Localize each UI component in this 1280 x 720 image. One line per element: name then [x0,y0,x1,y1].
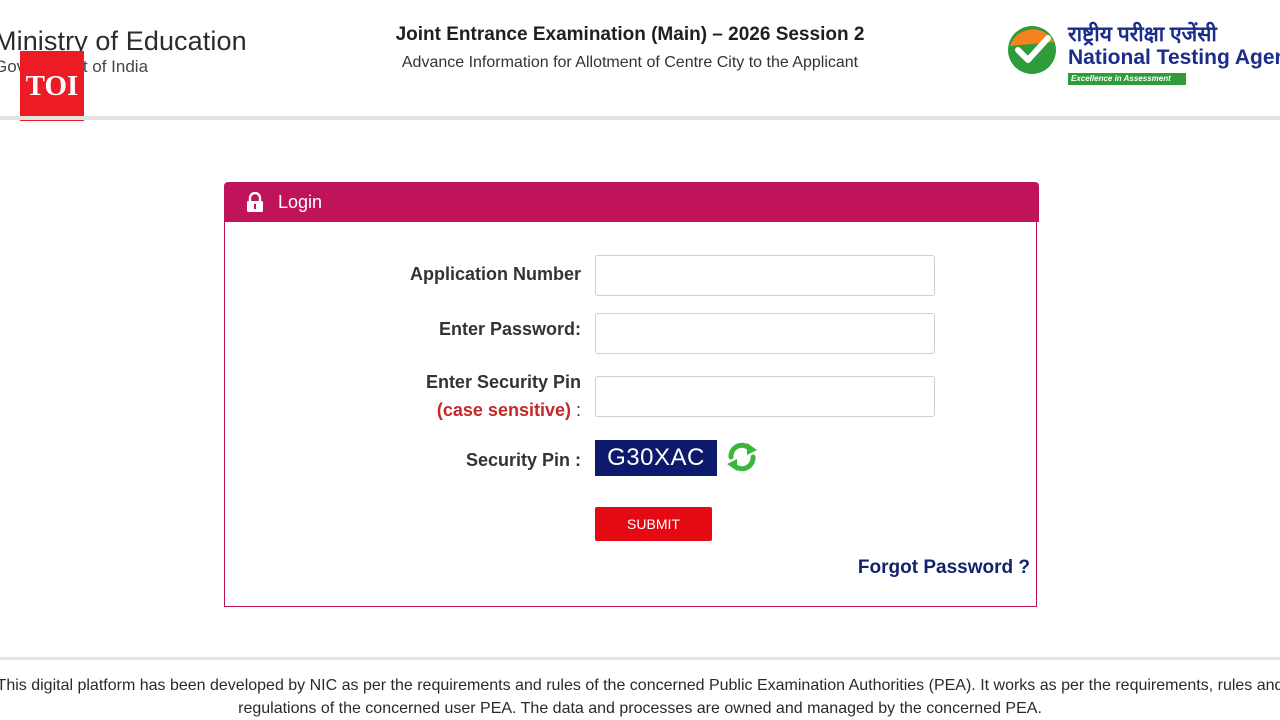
forgot-password-link[interactable]: Forgot Password ? [858,557,1030,579]
exam-subtitle: Advance Information for Allotment of Cen… [401,54,859,71]
footer-line-1: This digital platform has been developed… [0,677,1280,694]
nta-logo-icon [1008,26,1056,74]
captcha-label: Security Pin : [465,450,581,470]
case-sensitive-note: (case sensitive) [436,400,571,420]
case-sensitive-colon: : [575,400,581,420]
password-label: Enter Password: [438,319,581,339]
login-panel: Login Application Number Enter Password:… [224,182,1039,607]
footer-disclaimer: This digital platform has been developed… [0,674,1280,720]
footer-divider [0,657,1280,660]
submit-button[interactable]: SUBMIT [595,507,712,541]
header-divider [0,116,1280,120]
lock-icon [247,192,263,212]
nta-tagline: Excellence in Assessment [1068,73,1186,85]
application-number-input[interactable] [595,255,935,296]
nta-hindi-name: राष्ट्रीय परीक्षा एजेंसी [1068,23,1217,46]
login-panel-title: Login [278,191,323,212]
refresh-icon[interactable] [723,438,761,476]
login-panel-header: Login [224,182,1039,222]
case-sensitive-row: (case sensitive) : [437,400,581,421]
login-form: Application Number Enter Password: Enter… [224,222,1037,607]
security-pin-label: Enter Security Pin [425,372,581,392]
password-input[interactable] [595,313,935,354]
footer-line-2: regulations of the concerned user PEA. T… [238,700,1042,717]
page-header: Ministry of Education Government of Indi… [0,0,1280,121]
captcha-image: G30XAC [595,440,717,476]
toi-badge: TOI [20,51,84,121]
exam-heading: Joint Entrance Examination (Main) – 2026… [330,24,930,72]
nta-english-name: National Testing Agency [1068,46,1280,69]
exam-title: Joint Entrance Examination (Main) – 2026… [395,24,865,45]
security-pin-input[interactable] [595,376,935,417]
application-number-label: Application Number [409,264,581,284]
